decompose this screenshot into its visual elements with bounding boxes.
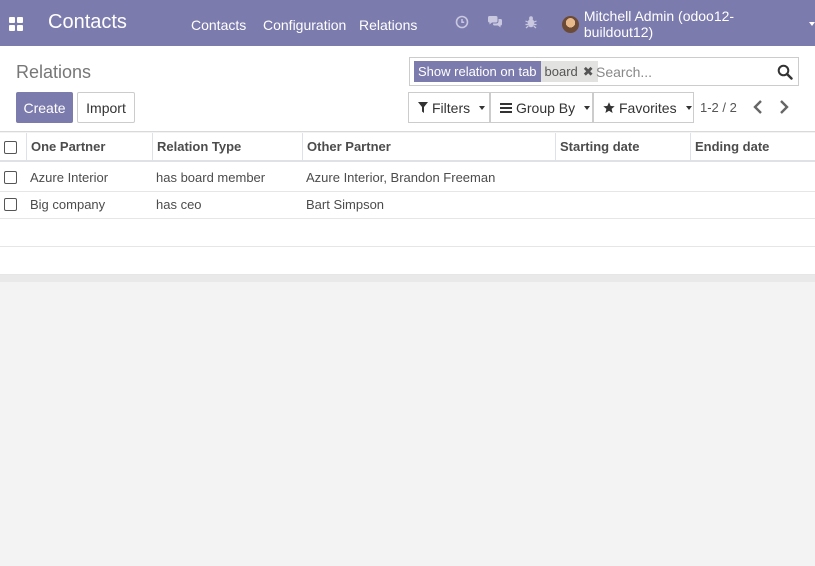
one-partner-cell: Big company	[30, 197, 106, 212]
clock-icon[interactable]	[455, 15, 469, 29]
column-header-ending-date[interactable]: Ending date	[690, 133, 815, 162]
column-header-other-partner[interactable]: Other Partner	[302, 133, 556, 162]
list-footer-divider	[0, 275, 815, 282]
favorites-label: Favorites	[619, 99, 677, 116]
row-checkbox[interactable]	[4, 198, 17, 211]
groupby-label: Group By	[516, 99, 576, 116]
search-input[interactable]	[596, 62, 766, 82]
search-facet: Show relation on tab board ✖	[414, 61, 598, 82]
other-partner-cell: Azure Interior, Brandon Freeman	[306, 170, 496, 185]
table-header: One Partner Relation Type Other Partner …	[0, 133, 815, 162]
star-icon	[603, 101, 615, 114]
facet-value: board	[544, 64, 578, 79]
column-header-relation-type[interactable]: Relation Type	[152, 133, 303, 162]
bug-icon[interactable]	[524, 15, 538, 29]
user-name: Mitchell Admin (odoo12-buildout12)	[583, 8, 735, 40]
list-view: One Partner Relation Type Other Partner …	[0, 133, 815, 275]
apps-menu-icon[interactable]	[9, 17, 23, 31]
other-partner-cell: Bart Simpson	[306, 197, 385, 212]
select-all-checkbox[interactable]	[4, 141, 17, 154]
breadcrumb: Relations	[16, 62, 92, 82]
chevron-down-icon	[479, 105, 486, 110]
close-icon[interactable]: ✖	[583, 61, 594, 82]
search-icon[interactable]	[777, 64, 793, 80]
groupby-dropdown[interactable]: Group By	[490, 92, 593, 123]
menu-contacts[interactable]: Contacts	[191, 17, 246, 33]
select-all-cell	[0, 133, 27, 162]
facet-value-container: board ✖	[540, 61, 598, 82]
filter-icon	[418, 102, 428, 113]
import-button[interactable]: Import	[77, 92, 135, 123]
chevron-right-icon[interactable]	[777, 98, 791, 116]
column-header-one-partner[interactable]: One Partner	[26, 133, 153, 162]
empty-row	[0, 247, 815, 275]
user-menu[interactable]: Mitchell Admin (odoo12-buildout12)	[562, 8, 815, 40]
menu-configuration[interactable]: Configuration	[263, 17, 346, 33]
search-box[interactable]: Show relation on tab board ✖	[409, 57, 799, 86]
column-header-starting-date[interactable]: Starting date	[555, 133, 691, 162]
chevron-down-icon	[584, 105, 591, 110]
chevron-left-icon[interactable]	[751, 98, 765, 116]
chevron-down-icon	[685, 105, 692, 110]
table-row[interactable]: Big company has ceo Bart Simpson	[0, 191, 815, 219]
filters-label: Filters	[432, 99, 471, 116]
create-button[interactable]: Create	[16, 92, 73, 123]
chat-icon[interactable]	[487, 15, 503, 29]
empty-row	[0, 219, 815, 247]
pager-value[interactable]: 1-2 / 2	[700, 100, 737, 115]
facet-category: Show relation on tab	[414, 61, 541, 82]
table-row[interactable]: Azure Interior has board member Azure In…	[0, 164, 815, 192]
row-checkbox[interactable]	[4, 171, 17, 184]
filters-dropdown[interactable]: Filters	[408, 92, 490, 123]
top-navbar: Contacts Contacts Configuration Relation…	[0, 0, 815, 46]
menu-relations[interactable]: Relations	[359, 17, 417, 33]
control-panel: Relations Create Import Show relation on…	[0, 46, 815, 132]
list-icon	[500, 102, 512, 113]
avatar	[562, 15, 579, 33]
app-title[interactable]: Contacts	[48, 11, 127, 34]
chevron-down-icon	[809, 22, 815, 26]
relation-type-cell: has board member	[156, 170, 266, 185]
favorites-dropdown[interactable]: Favorites	[593, 92, 694, 123]
one-partner-cell: Azure Interior	[30, 170, 109, 185]
relation-type-cell: has ceo	[156, 197, 202, 212]
